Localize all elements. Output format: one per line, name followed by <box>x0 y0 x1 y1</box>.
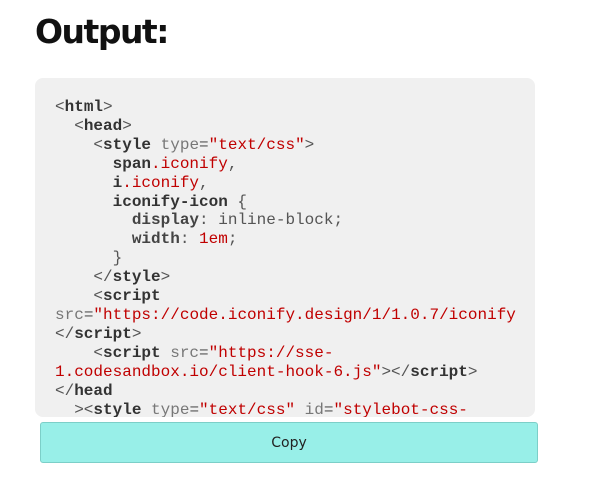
code-text: <html> <head> <style type="text/css"> sp… <box>55 98 516 417</box>
code-line-1: <html> <box>55 98 113 116</box>
code-line-8: width: 1em; <box>131 230 238 249</box>
code-line-3: <style type="text/css"> <box>93 135 315 154</box>
code-line-12: src="https://code.iconify.design/1/1.0.7… <box>55 305 516 324</box>
code-line-10: </style> <box>93 268 171 287</box>
code-line-17: ><style type="text/css" id="stylebot-css… <box>74 400 468 418</box>
code-line-5: i.iconify, <box>112 173 209 192</box>
code-line-7: display: inline-block; <box>131 211 344 230</box>
output-heading: Output: <box>35 12 169 51</box>
code-line-6: iconify-icon { <box>112 192 248 211</box>
code-line-4: span.iconify, <box>112 154 238 173</box>
code-line-11: <script <box>93 287 161 306</box>
code-line-9: } <box>112 249 123 268</box>
copy-button[interactable]: Copy <box>40 422 538 463</box>
code-line-2: <head> <box>74 116 132 135</box>
code-block[interactable]: <html> <head> <style type="text/css"> sp… <box>35 78 535 417</box>
code-line-15: 1.codesandbox.io/client-hook-6.js"></scr… <box>55 362 478 381</box>
code-line-14: <script src="https://sse- <box>93 343 334 362</box>
code-line-16: </head <box>55 381 113 400</box>
code-line-13: </script> <box>55 324 142 343</box>
